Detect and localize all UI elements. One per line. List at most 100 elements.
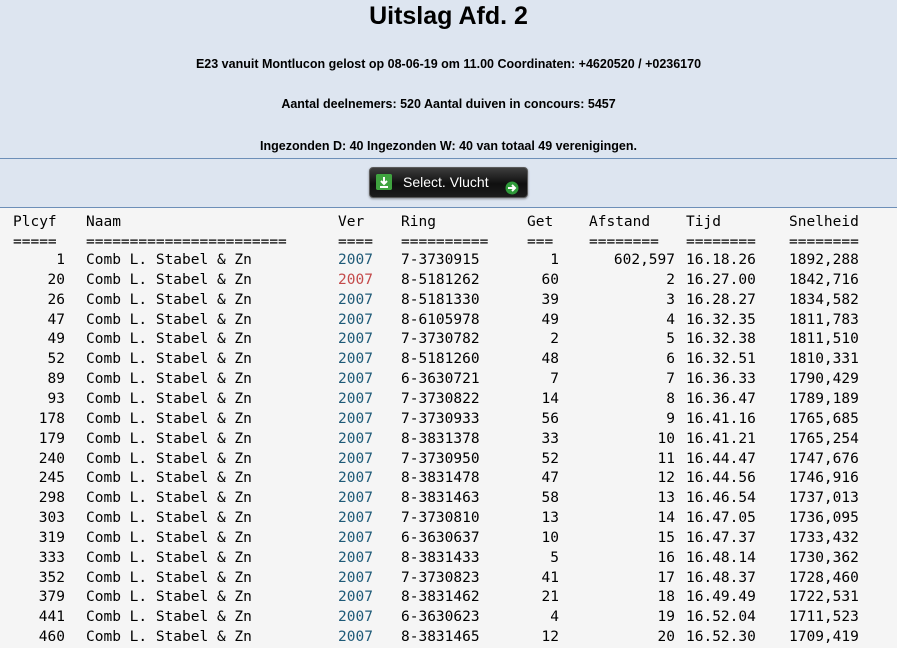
table-separator: ===== ======================= ==== ========… [0, 232, 897, 252]
participants-info: Aantal deelnemers: 520 Aantal duiven in … [281, 97, 616, 111]
cell-afstand: 4 [666, 311, 675, 328]
cell-naam: Comb L. Stabel & Zn [86, 470, 252, 487]
cell-get: 56 [541, 410, 559, 427]
cell-afstand: 16 [657, 549, 675, 566]
ver-link[interactable]: 2007 [338, 449, 383, 469]
cell-ring: 7-3730933 [401, 410, 480, 427]
cell-naam: Comb L. Stabel & Zn [86, 351, 252, 368]
cell-plcyf: 49 [47, 331, 65, 348]
page-header: Uitslag Afd. 2 E23 vanuit Montlucon gelo… [0, 0, 897, 159]
cell-ring: 7-3730782 [401, 331, 480, 348]
cell-plcyf: 460 [38, 629, 65, 646]
ver-link[interactable]: 2007 [338, 587, 383, 607]
cell-tijd: 16.44.56 [686, 470, 756, 487]
cell-snelheid: 1747,676 [789, 450, 859, 467]
ver-link[interactable]: 2007 [338, 290, 383, 310]
cell-plcyf: 178 [38, 410, 65, 427]
cell-get: 49 [541, 311, 559, 328]
cell-afstand: 14 [657, 510, 675, 527]
table-row: 1 Comb L. Stabel & Zn 2007 7-3730915 1 602,59… [0, 250, 897, 270]
ver-link[interactable]: 2007 [338, 607, 383, 627]
ver-link[interactable]: 2007 [338, 548, 383, 568]
ver-link[interactable]: 2007 [338, 468, 383, 488]
cell-naam: Comb L. Stabel & Zn [86, 371, 252, 388]
table-row: 26 Comb L. Stabel & Zn 2007 8-5181330 39 3 16.… [0, 290, 897, 310]
cell-snelheid: 1722,531 [789, 589, 859, 606]
cell-plcyf: 179 [38, 430, 65, 447]
ver-link[interactable]: 2007 [338, 310, 383, 330]
table-row: 179 Comb L. Stabel & Zn 2007 8-3831378 33 10 1… [0, 429, 897, 449]
cell-plcyf: 20 [47, 271, 65, 288]
cell-plcyf: 379 [38, 589, 65, 606]
cell-snelheid: 1892,288 [789, 252, 859, 268]
ver-link[interactable]: 2007 [338, 409, 383, 429]
ver-link[interactable]: 2007 [338, 329, 383, 349]
cell-snelheid: 1733,432 [789, 529, 859, 546]
cell-afstand: 5 [666, 331, 675, 348]
cell-tijd: 16.18.26 [686, 252, 756, 268]
cell-tijd: 16.52.30 [686, 629, 756, 646]
cell-ring: 7-3730822 [401, 390, 480, 407]
cell-plcyf: 441 [38, 609, 65, 626]
cell-tijd: 16.36.33 [686, 371, 756, 388]
cell-naam: Comb L. Stabel & Zn [86, 510, 252, 527]
ver-link[interactable]: 2007 [338, 627, 383, 647]
ver-link[interactable]: 2007 [338, 528, 383, 548]
column-header-get: Get [527, 214, 554, 230]
column-header-afstand: Afstand [589, 214, 651, 230]
select-flight-label: Select. Vlucht [403, 174, 489, 190]
cell-afstand: 2 [666, 271, 675, 288]
cell-tijd: 16.32.51 [686, 351, 756, 368]
cell-snelheid: 1765,254 [789, 430, 859, 447]
cell-naam: Comb L. Stabel & Zn [86, 430, 252, 447]
cell-plcyf: 303 [38, 510, 65, 527]
ver-link[interactable]: 2007 [338, 429, 383, 449]
cell-afstand: 20 [657, 629, 675, 646]
ver-link[interactable]: 2007 [338, 250, 383, 270]
separator-get: === [527, 234, 554, 250]
cell-tijd: 16.48.37 [686, 569, 756, 586]
separator-plcyf: ===== [13, 234, 57, 250]
ver-link[interactable]: 2007 [338, 349, 383, 369]
ver-link[interactable]: 2007 [338, 270, 383, 290]
cell-snelheid: 1811,783 [789, 311, 859, 328]
cell-plcyf: 26 [47, 291, 65, 308]
separator-ring: ========== [401, 234, 489, 250]
cell-get: 10 [541, 529, 559, 546]
cell-get: 58 [541, 490, 559, 507]
cell-tijd: 16.28.27 [686, 291, 756, 308]
table-row: 20 Comb L. Stabel & Zn 2007 8-5181262 60 2 16.… [0, 270, 897, 290]
table-row: 379 Comb L. Stabel & Zn 2007 8-3831462 21 18 1… [0, 587, 897, 607]
table-row: 333 Comb L. Stabel & Zn 2007 8-3831433 5 16 16… [0, 548, 897, 568]
table-row: 178 Comb L. Stabel & Zn 2007 7-3730933 56 9 16… [0, 409, 897, 429]
ver-link[interactable]: 2007 [338, 508, 383, 528]
cell-naam: Comb L. Stabel & Zn [86, 271, 252, 288]
cell-naam: Comb L. Stabel & Zn [86, 490, 252, 507]
cell-snelheid: 1842,716 [789, 271, 859, 288]
column-header-naam: Naam [86, 214, 121, 230]
table-row: 298 Comb L. Stabel & Zn 2007 8-3831463 58 13 1… [0, 488, 897, 508]
table-row: 319 Comb L. Stabel & Zn 2007 6-3630637 10 15 1… [0, 528, 897, 548]
ver-link[interactable]: 2007 [338, 389, 383, 409]
ver-link[interactable]: 2007 [338, 568, 383, 588]
cell-plcyf: 245 [38, 470, 65, 487]
ver-link[interactable]: 2007 [338, 488, 383, 508]
results-table: Plcyf Naam Ver Ring Get Afstand Tijd Snelheid ==… [0, 208, 897, 648]
separator-snelheid: ======== [789, 234, 859, 250]
cell-ring: 7-3730810 [401, 510, 480, 527]
cell-tijd: 16.52.04 [686, 609, 756, 626]
cell-snelheid: 1789,189 [789, 390, 859, 407]
cell-tijd: 16.49.49 [686, 589, 756, 606]
cell-get: 39 [541, 291, 559, 308]
cell-snelheid: 1736,095 [789, 510, 859, 527]
cell-ring: 8-6105978 [401, 311, 480, 328]
cell-tijd: 16.44.47 [686, 450, 756, 467]
cell-afstand: 7 [666, 371, 675, 388]
select-flight-button[interactable]: Select. Vlucht [369, 167, 528, 198]
cell-snelheid: 1711,523 [789, 609, 859, 626]
ver-link[interactable]: 2007 [338, 369, 383, 389]
cell-naam: Comb L. Stabel & Zn [86, 291, 252, 308]
cell-snelheid: 1810,331 [789, 351, 859, 368]
cell-plcyf: 89 [47, 371, 65, 388]
cell-ring: 8-3831463 [401, 490, 480, 507]
